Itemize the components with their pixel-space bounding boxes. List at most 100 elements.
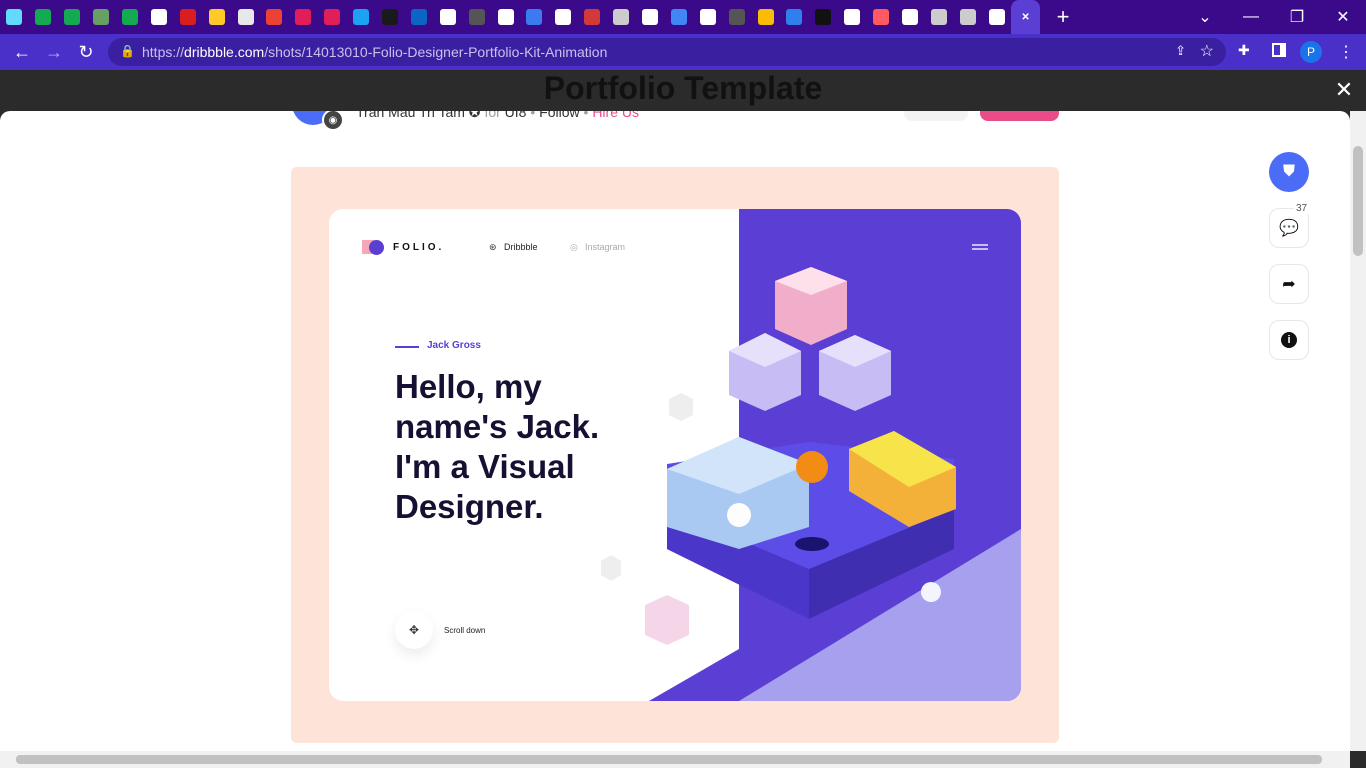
- hacker-icon: [613, 9, 630, 25]
- browser-tab[interactable]: [693, 0, 722, 34]
- browser-tab[interactable]: [867, 0, 896, 34]
- menu-icon[interactable]: ⋮: [1338, 42, 1354, 62]
- browser-tab[interactable]: [260, 0, 289, 34]
- browser-tab[interactable]: [896, 0, 925, 34]
- browser-tab[interactable]: [116, 0, 145, 34]
- browser-tab[interactable]: [925, 0, 954, 34]
- browser-tab[interactable]: [751, 0, 780, 34]
- linkedin-icon: [410, 9, 427, 25]
- scroll-down-icon: ✥: [395, 611, 433, 649]
- browser-tab[interactable]: [202, 0, 231, 34]
- browser-tab[interactable]: [664, 0, 693, 34]
- firebase-icon: [208, 9, 225, 25]
- browser-tab[interactable]: [58, 0, 87, 34]
- browser-tab[interactable]: [491, 0, 520, 34]
- forward-button[interactable]: →: [38, 36, 70, 68]
- folio-brand: FOLIO.: [393, 242, 445, 253]
- store-icon: [237, 9, 254, 25]
- follow-link[interactable]: Follow: [539, 111, 579, 120]
- browser-tab[interactable]: [549, 0, 578, 34]
- google-icon: [844, 9, 861, 25]
- browser-tab[interactable]: [838, 0, 867, 34]
- shot-image[interactable]: FOLIO. ⊛ Dribbble ◎ Instagram Jack Gross…: [291, 167, 1059, 743]
- browser-tab[interactable]: [347, 0, 376, 34]
- share-icon[interactable]: ⇪: [1175, 43, 1186, 59]
- extensions-icon[interactable]: ✚: [1238, 42, 1250, 59]
- slack-icon: [295, 9, 312, 25]
- author-line: Tran Mau Tri Tam ✪ for UI8 • Follow • Hi…: [356, 111, 639, 121]
- browser-tab[interactable]: [29, 0, 58, 34]
- browser-tab[interactable]: [520, 0, 549, 34]
- hire-link[interactable]: Hire Us: [592, 111, 639, 120]
- browser-tab[interactable]: [173, 0, 202, 34]
- browser-tab[interactable]: [404, 0, 433, 34]
- browser-tab[interactable]: [780, 0, 809, 34]
- browser-tab[interactable]: [433, 0, 462, 34]
- folio-logo-dot: [369, 240, 384, 255]
- comments-count: 37: [1294, 203, 1310, 214]
- flag-icon: [902, 9, 919, 25]
- instagram-icon: ◎: [570, 242, 578, 252]
- lock-icon: 🔒: [120, 44, 135, 58]
- browser-tab[interactable]: [318, 0, 347, 34]
- shield-icon[interactable]: ⛊: [1269, 152, 1309, 192]
- vertical-scrollbar[interactable]: [1350, 111, 1366, 751]
- browser-tab[interactable]: [809, 0, 838, 34]
- browser-tab[interactable]: [87, 0, 116, 34]
- browser-tab[interactable]: [376, 0, 405, 34]
- restore-button[interactable]: ❐: [1274, 0, 1320, 34]
- android-icon: [815, 9, 832, 25]
- browser-tab[interactable]: [953, 0, 982, 34]
- browser-tab[interactable]: [231, 0, 260, 34]
- comments-icon[interactable]: 💬: [1269, 208, 1309, 248]
- side-panel-icon[interactable]: [1272, 43, 1286, 57]
- minimize-button[interactable]: —: [1228, 0, 1274, 34]
- globe-icon: [959, 9, 976, 25]
- reload-button[interactable]: ↻: [70, 36, 102, 68]
- team-name[interactable]: UI8: [505, 111, 527, 120]
- vertical-scroll-thumb[interactable]: [1353, 146, 1363, 256]
- folio-preview: FOLIO. ⊛ Dribbble ◎ Instagram Jack Gross…: [329, 209, 1021, 701]
- back-button[interactable]: ←: [6, 36, 38, 68]
- browser-tab[interactable]: [578, 0, 607, 34]
- browser-tab[interactable]: [982, 0, 1011, 34]
- close-window-button[interactable]: ✕: [1320, 0, 1366, 34]
- browser-tab[interactable]: [722, 0, 751, 34]
- tagline: Jack Gross: [427, 340, 481, 351]
- browser-tab[interactable]: [144, 0, 173, 34]
- author-name[interactable]: Tran Mau Tri Tam: [356, 111, 465, 120]
- medium-icon: [988, 9, 1005, 25]
- share-icon[interactable]: ➦: [1269, 264, 1309, 304]
- google-icon: [150, 9, 167, 25]
- address-bar: ← → ↻ 🔒 https://dribbble.com/shots/14013…: [0, 34, 1366, 70]
- shot-title: Portfolio Template: [0, 70, 1366, 110]
- new-tab-button[interactable]: +: [1048, 0, 1078, 34]
- folio-nav-dribbble: Dribbble: [504, 242, 538, 252]
- for-text: for: [484, 111, 501, 120]
- github-icon: [468, 9, 485, 25]
- browser-tab[interactable]: ✕: [1011, 0, 1041, 34]
- close-icon[interactable]: ✕: [1332, 77, 1356, 102]
- profile-avatar[interactable]: P: [1300, 41, 1322, 63]
- horizontal-scrollbar[interactable]: [0, 751, 1350, 768]
- info-icon[interactable]: i: [1269, 320, 1309, 360]
- save-button[interactable]: [904, 111, 968, 121]
- browser-tab[interactable]: [289, 0, 318, 34]
- mongodb-icon: [64, 9, 81, 25]
- tab-search-button[interactable]: ⌄: [1182, 0, 1228, 34]
- shot-modal: ◉ Tran Mau Tri Tam ✪ for UI8 • Follow • …: [0, 111, 1350, 751]
- browser-tab[interactable]: [607, 0, 636, 34]
- like-button[interactable]: [980, 111, 1059, 121]
- page-content: Portfolio Template ✕ ◉ Tran Mau Tri Tam …: [0, 70, 1366, 768]
- react-icon: [6, 9, 23, 25]
- nodejs-icon: [93, 9, 110, 25]
- browser-tab[interactable]: [0, 0, 29, 34]
- browser-tab[interactable]: [462, 0, 491, 34]
- url-text: https://dribbble.com/shots/14013010-Foli…: [142, 44, 608, 60]
- hacker-icon: [930, 9, 947, 25]
- star-icon[interactable]: ☆: [1200, 41, 1214, 61]
- horizontal-scroll-thumb[interactable]: [16, 755, 1322, 764]
- asterisk-icon: [873, 9, 890, 25]
- omnibox[interactable]: 🔒 https://dribbble.com/shots/14013010-Fo…: [108, 38, 1226, 66]
- browser-tab[interactable]: [636, 0, 665, 34]
